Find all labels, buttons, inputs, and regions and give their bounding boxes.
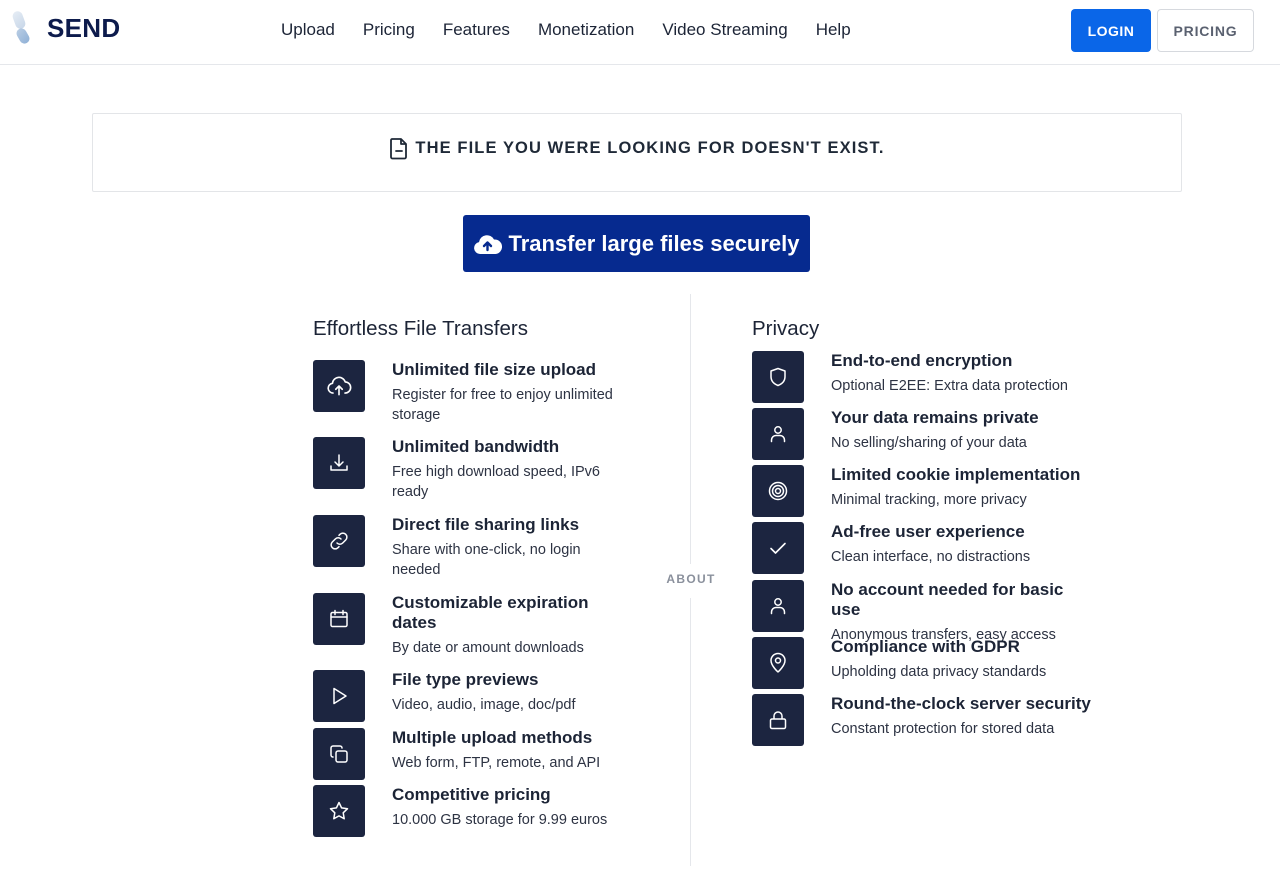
feature-item: Competitive pricing 10.000 GB storage for… [313, 785, 617, 837]
notice-text: THE FILE YOU WERE LOOKING FOR DOESN'T EX… [415, 139, 885, 157]
privacy-desc: No selling/sharing of your data [831, 435, 1027, 451]
nav-pricing[interactable]: Pricing [363, 20, 415, 40]
feature-item: File type previews Video, audio, image, d… [313, 670, 617, 722]
user-icon [770, 598, 786, 615]
privacy-item: Compliance with GDPR Upholding data priva… [752, 637, 1091, 689]
file-icon [390, 138, 408, 160]
cloud-upload-icon [474, 234, 503, 254]
calendar-icon [330, 609, 348, 628]
feature-desc: Share with one-click, no login needed [392, 542, 581, 578]
feature-item: Unlimited file size upload Register for f… [313, 360, 617, 425]
user-icon [770, 426, 786, 443]
feature-desc: Video, audio, image, doc/pdf [392, 697, 576, 713]
nav-features[interactable]: Features [443, 20, 510, 40]
download-icon [330, 454, 348, 471]
copy-icon [330, 745, 348, 763]
target-icon [768, 481, 788, 501]
feature-desc: Register for free to enjoy unlimited sto… [392, 387, 613, 423]
feature-item: Customizable expiration dates By date or … [313, 593, 617, 658]
main-nav: Upload Pricing Features Monetization Vid… [281, 0, 879, 60]
privacy-item: End-to-end encryption Optional E2EE: Extr… [752, 351, 1091, 403]
privacy-title: Your data remains private [831, 408, 1039, 427]
nav-upload[interactable]: Upload [281, 20, 335, 40]
privacy-item: Ad-free user experience Clean interface, … [752, 522, 1091, 574]
feature-title: Competitive pricing [392, 785, 551, 804]
map-pin-icon [770, 652, 786, 673]
feature-title: File type previews [392, 670, 539, 689]
feature-desc: By date or amount downloads [392, 640, 584, 656]
transfer-files-button[interactable]: Transfer large files securely [463, 215, 810, 272]
lock-icon [769, 711, 787, 730]
privacy-desc: Upholding data privacy standards [831, 664, 1047, 680]
feature-title: Unlimited file size upload [392, 360, 597, 379]
privacy-title: Compliance with GDPR [831, 637, 1020, 656]
feature-item: Direct file sharing links Share with one-… [313, 515, 617, 580]
privacy-title: Round-the-clock server security [831, 694, 1091, 713]
privacy-title: End-to-end encryption [831, 351, 1013, 370]
transfers-section-title: Effortless File Transfers [313, 317, 528, 340]
about-label: ABOUT [666, 572, 716, 586]
privacy-desc: Constant protection for stored data [831, 721, 1055, 737]
privacy-item: Your data remains private No selling/shar… [752, 408, 1091, 460]
logo-icon [10, 8, 36, 48]
privacy-title: No account needed for basic use [831, 580, 1064, 619]
logo-link[interactable]: SEND [10, 8, 120, 48]
check-icon [770, 542, 786, 554]
link-icon [330, 532, 348, 550]
feature-title: Direct file sharing links [392, 515, 580, 534]
feature-title: Unlimited bandwidth [392, 437, 560, 456]
pricing-button[interactable]: PRICING [1157, 9, 1254, 52]
login-button[interactable]: LOGIN [1071, 9, 1151, 52]
privacy-title: Ad-free user experience [831, 522, 1025, 541]
star-icon [329, 801, 349, 820]
transfer-files-label: Transfer large files securely [508, 230, 800, 256]
feature-item: Multiple upload methods Web form, FTP, re… [313, 728, 617, 780]
feature-title: Customizable expiration dates [392, 593, 589, 632]
shield-icon [770, 367, 786, 387]
privacy-title: Limited cookie implementation [831, 465, 1081, 484]
feature-desc: 10.000 GB storage for 9.99 euros [392, 812, 608, 828]
file-not-found-notice: THE FILE YOU WERE LOOKING FOR DOESN'T EX… [92, 113, 1182, 192]
privacy-desc: Optional E2EE: Extra data protection [831, 378, 1068, 394]
feature-item: Unlimited bandwidth Free high download sp… [313, 437, 617, 502]
privacy-item: Round-the-clock server security Constant … [752, 694, 1091, 746]
privacy-section-title: Privacy [752, 317, 820, 340]
feature-desc: Web form, FTP, remote, and API [392, 755, 601, 771]
nav-video-streaming[interactable]: Video Streaming [662, 20, 787, 40]
site-header: SEND Upload Pricing Features Monetizatio… [0, 0, 1280, 65]
logo-text: SEND [47, 12, 121, 43]
privacy-item: Limited cookie implementation Minimal tra… [752, 465, 1091, 517]
cloud-upload-icon [327, 376, 352, 396]
divider-bottom [690, 598, 691, 866]
nav-help[interactable]: Help [816, 20, 851, 40]
nav-monetization[interactable]: Monetization [538, 20, 634, 40]
play-icon [333, 687, 347, 705]
feature-title: Multiple upload methods [392, 728, 593, 747]
privacy-item: No account needed for basic use Anonymous… [752, 580, 1091, 645]
privacy-desc: Clean interface, no distractions [831, 549, 1031, 565]
divider-top [690, 294, 691, 564]
privacy-desc: Minimal tracking, more privacy [831, 492, 1027, 508]
feature-desc: Free high download speed, IPv6 ready [392, 464, 600, 500]
